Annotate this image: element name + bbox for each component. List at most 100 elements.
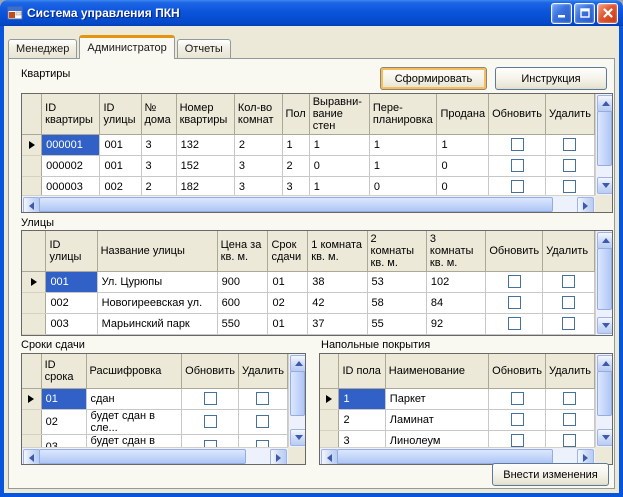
grid-cell[interactable]: 0 <box>369 176 437 195</box>
scroll-down-button[interactable] <box>597 317 613 334</box>
grid-cell[interactable]: 55 <box>367 313 426 334</box>
grid-cell[interactable]: 01 <box>268 271 308 292</box>
grid-cell[interactable]: 1 <box>369 134 437 155</box>
vertical-scrollbar[interactable] <box>595 94 612 195</box>
grid-cell[interactable]: 1 <box>309 176 369 195</box>
delete-checkbox[interactable] <box>563 434 576 447</box>
grid-cell[interactable]: 3 <box>141 134 176 155</box>
tab-manager[interactable]: Менеджер <box>8 39 77 58</box>
column-header[interactable]: Удалить <box>543 231 595 271</box>
delete-checkbox[interactable] <box>562 275 575 288</box>
grid-cell[interactable]: 720 <box>217 334 268 335</box>
grid-cell[interactable]: 3 <box>234 176 282 195</box>
update-checkbox[interactable] <box>204 392 217 405</box>
grid-cell[interactable]: 000002 <box>42 155 100 176</box>
column-header[interactable]: Обновить <box>489 94 546 134</box>
grid-cell[interactable]: 02 <box>41 409 86 434</box>
update-checkbox[interactable] <box>511 180 524 193</box>
grid-cell[interactable]: 002 <box>46 292 97 313</box>
grid-cell[interactable]: будет сдан в сле... <box>86 409 182 434</box>
grid-cell[interactable]: Паркет <box>385 388 488 409</box>
grid-cell[interactable]: 1 <box>309 134 369 155</box>
vertical-scrollbar[interactable] <box>595 354 612 447</box>
grid-cell[interactable]: 38 <box>308 271 367 292</box>
grid-cell[interactable]: 600 <box>217 292 268 313</box>
column-header[interactable]: Расшифровка <box>86 354 182 388</box>
apply-changes-button[interactable]: Внести изменения <box>492 463 609 486</box>
grid-cell[interactable]: 3 <box>339 430 385 447</box>
grid-cell[interactable]: 58 <box>367 334 426 335</box>
grid-cell[interactable]: 550 <box>217 313 268 334</box>
row-selector[interactable] <box>22 134 42 155</box>
grid-cell[interactable]: 84 <box>426 292 485 313</box>
close-button[interactable] <box>597 3 618 24</box>
grid-cell[interactable]: 001 <box>100 134 141 155</box>
delete-checkbox[interactable] <box>563 180 576 193</box>
grid-cell[interactable]: 58 <box>367 292 426 313</box>
grid-cell[interactable]: 37 <box>308 313 367 334</box>
row-selector[interactable] <box>22 176 42 195</box>
generate-button[interactable]: Сформировать <box>380 67 487 90</box>
delete-checkbox[interactable] <box>563 138 576 151</box>
column-header[interactable]: ID срока <box>41 354 86 388</box>
title-bar[interactable]: Система управления ПКН <box>0 0 623 26</box>
instruction-button[interactable]: Инструкция <box>495 67 607 90</box>
update-checkbox[interactable] <box>511 159 524 172</box>
row-selector[interactable] <box>22 409 41 434</box>
update-checkbox[interactable] <box>511 413 524 426</box>
horizontal-scroll-thumb[interactable] <box>39 449 246 464</box>
column-header[interactable]: Продана <box>437 94 489 134</box>
column-header[interactable]: Цена за кв. м. <box>217 231 268 271</box>
column-header[interactable]: 2 комнаты кв. м. <box>367 231 426 271</box>
grid-cell[interactable]: будет сдан в сле... <box>86 434 182 447</box>
minimize-button[interactable] <box>551 3 572 24</box>
row-selector[interactable] <box>320 409 339 430</box>
column-header[interactable]: ID квартиры <box>42 94 100 134</box>
vertical-scroll-thumb[interactable] <box>597 111 612 166</box>
horizontal-scroll-thumb[interactable] <box>337 449 553 464</box>
row-selector[interactable] <box>22 434 41 447</box>
vertical-scrollbar[interactable] <box>595 231 612 335</box>
scroll-left-button[interactable] <box>23 197 40 213</box>
grid-cell[interactable]: 000003 <box>42 176 100 195</box>
horizontal-scrollbar[interactable] <box>22 195 595 212</box>
update-checkbox[interactable] <box>511 434 524 447</box>
scroll-up-button[interactable] <box>597 232 613 249</box>
grid-cell[interactable]: 2 <box>339 409 385 430</box>
delete-checkbox[interactable] <box>256 440 269 447</box>
row-selector[interactable] <box>22 334 46 335</box>
grid-cell[interactable]: 3 <box>141 155 176 176</box>
update-checkbox[interactable] <box>508 296 521 309</box>
update-checkbox[interactable] <box>508 275 521 288</box>
tab-administrator[interactable]: Администратор <box>79 35 174 59</box>
grid-cell[interactable]: 2 <box>234 134 282 155</box>
row-selector[interactable] <box>22 313 46 334</box>
column-header[interactable]: Наименование <box>385 354 488 388</box>
scroll-left-button[interactable] <box>23 449 40 465</box>
column-header[interactable]: Срок сдачи <box>268 231 308 271</box>
grid-cell[interactable]: 01 <box>268 313 308 334</box>
column-header[interactable]: Выравни-вание стен <box>309 94 369 134</box>
grid-cell[interactable]: 1 <box>282 134 309 155</box>
grid-cell[interactable]: 152 <box>176 155 234 176</box>
column-header[interactable]: Удалить <box>238 354 287 388</box>
tab-reports[interactable]: Отчеты <box>177 39 231 58</box>
grid-cell[interactable]: 1 <box>339 388 385 409</box>
grid-cell[interactable]: 004 <box>46 334 97 335</box>
column-header[interactable]: 1 комната кв. м. <box>308 231 367 271</box>
grid-cell[interactable]: 01 <box>41 388 86 409</box>
column-header[interactable]: Пере-планировка <box>369 94 437 134</box>
scroll-right-button[interactable] <box>577 197 594 213</box>
grid-cell[interactable]: сдан <box>86 388 182 409</box>
update-checkbox[interactable] <box>204 440 217 447</box>
grid-cell[interactable]: 2 <box>141 176 176 195</box>
grid-cell[interactable]: 1 <box>369 155 437 176</box>
grid-cell[interactable]: 132 <box>176 134 234 155</box>
scroll-down-button[interactable] <box>597 429 613 446</box>
grid-cell[interactable]: 0 <box>437 155 489 176</box>
column-header[interactable]: Обновить <box>182 354 239 388</box>
column-header[interactable]: Номер квартиры <box>176 94 234 134</box>
scroll-up-button[interactable] <box>597 355 613 372</box>
column-header[interactable]: Пол <box>282 94 309 134</box>
grid-cell[interactable]: Ул. Волгина <box>97 334 217 335</box>
